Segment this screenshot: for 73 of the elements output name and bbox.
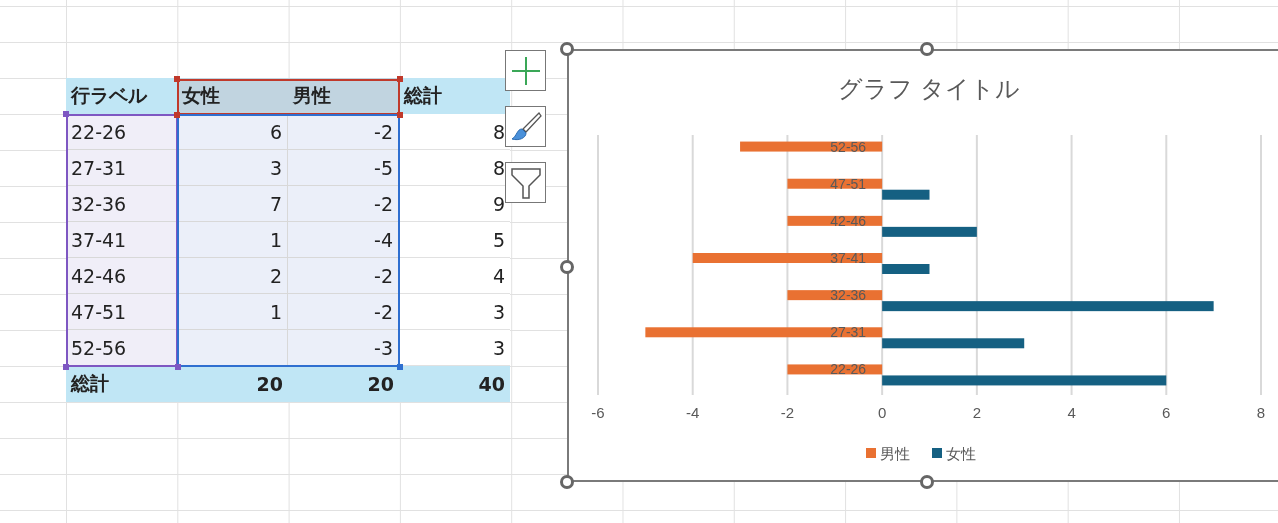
selection-handle[interactable]	[174, 112, 180, 118]
chart-styles-button[interactable]	[505, 106, 546, 147]
total-cell: 40	[399, 366, 510, 402]
legend-label: 女性	[946, 445, 976, 463]
table-cell: 1	[177, 222, 288, 258]
tick-label: -6	[591, 404, 605, 421]
axis-label: 32-36	[830, 287, 867, 304]
plus-icon	[510, 55, 541, 86]
table-cell: 6	[177, 114, 288, 150]
tick-label: 4	[1067, 404, 1076, 421]
axis-label: 42-46	[830, 212, 867, 229]
table-cell: -5	[288, 150, 399, 186]
selection-handle[interactable]	[63, 364, 69, 370]
axis-label: 22-26	[830, 361, 867, 378]
resize-handle[interactable]	[560, 42, 574, 56]
table-cell: 3	[399, 330, 510, 366]
selection-handle[interactable]	[63, 111, 69, 117]
resize-handle[interactable]	[920, 475, 934, 489]
column-header: 女性	[177, 78, 288, 114]
axis-label: 47-51	[830, 175, 867, 192]
total-cell: 20	[177, 366, 288, 402]
axis-label: 27-31	[830, 324, 867, 341]
resize-handle[interactable]	[560, 475, 574, 489]
resize-handle[interactable]	[560, 260, 574, 274]
tick-label: 6	[1162, 404, 1171, 421]
table-cell: -2	[288, 186, 399, 222]
selection-handle[interactable]	[397, 76, 403, 82]
row-label: 42-46	[66, 258, 177, 294]
selection-handle[interactable]	[174, 76, 180, 82]
table-cell: -2	[288, 258, 399, 294]
row-label: 32-36	[66, 186, 177, 222]
row-label: 22-26	[66, 114, 177, 150]
table-cell: -2	[288, 114, 399, 150]
row-label: 47-51	[66, 294, 177, 330]
chart-title: グラフ タイトル	[837, 75, 1021, 103]
table-cell: -3	[288, 330, 399, 366]
tick-label: -2	[780, 404, 795, 421]
resize-handle[interactable]	[920, 42, 934, 56]
tick-label: -4	[686, 404, 700, 421]
tick-label: 0	[877, 404, 887, 421]
total-label: 総計	[66, 366, 177, 402]
row-label: 52-56	[66, 330, 177, 366]
selection-handle[interactable]	[175, 364, 181, 370]
selection-handle[interactable]	[397, 364, 403, 370]
tick-label: 2	[972, 404, 982, 421]
table-cell: 9	[399, 186, 510, 222]
table-cell: 1	[177, 294, 288, 330]
add-element-button[interactable]	[505, 50, 546, 91]
table-cell: -2	[288, 294, 399, 330]
row-label: 37-41	[66, 222, 177, 258]
table-cell: -4	[288, 222, 399, 258]
funnel-icon	[509, 165, 542, 200]
column-header: 男性	[288, 78, 399, 114]
table-cell: 5	[399, 222, 510, 258]
tick-label: 8	[1256, 404, 1266, 421]
table-cell: 3	[177, 150, 288, 186]
column-header: 行ラベル	[66, 78, 177, 114]
chart-area[interactable]: グラフ タイトル 52-56 47-51 42-46 37-41 32-36 27-31 22-26 -6 -4 -2 0 2 4 6 8 男性 女性	[567, 49, 1278, 482]
selection-handle[interactable]	[397, 112, 403, 118]
table-cell: 7	[177, 186, 288, 222]
chart-filter-button[interactable]	[505, 162, 546, 203]
legend-swatch	[932, 448, 942, 458]
table-cell: 4	[399, 258, 510, 294]
column-header: 総計	[399, 78, 510, 114]
table-cell: 2	[177, 258, 288, 294]
table-cell: 8	[399, 150, 510, 186]
row-label: 27-31	[66, 150, 177, 186]
axis-label: 37-41	[830, 250, 867, 266]
table-cell: 3	[399, 294, 510, 330]
axis-label: 52-56	[830, 138, 867, 155]
total-cell: 20	[288, 366, 399, 402]
legend-swatch	[866, 448, 876, 458]
legend-label: 男性	[880, 445, 910, 463]
